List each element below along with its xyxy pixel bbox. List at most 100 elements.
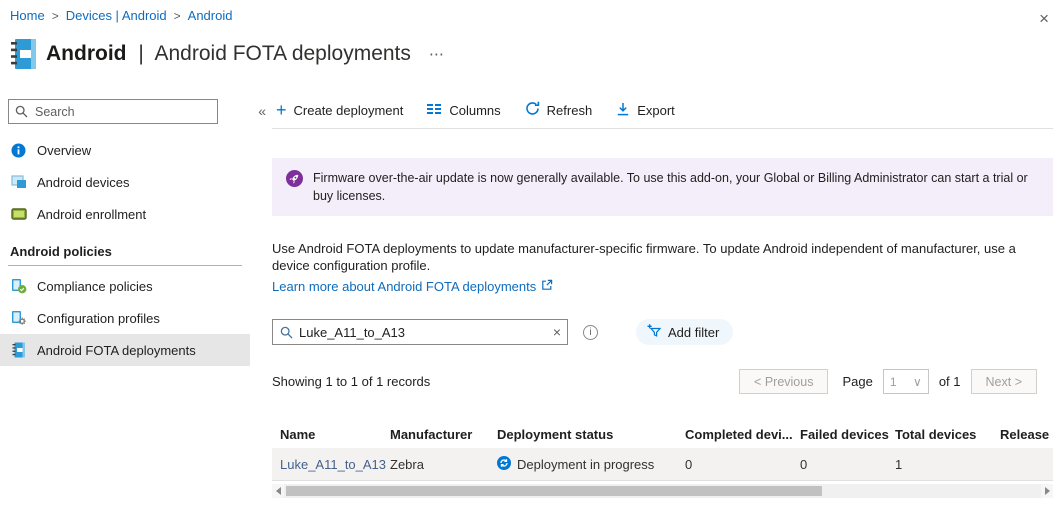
- page-title-separator: |: [138, 42, 144, 65]
- export-label: Export: [637, 102, 675, 118]
- scrollbar-track[interactable]: [284, 484, 1041, 498]
- sidebar-item-label: Android FOTA deployments: [37, 342, 196, 358]
- pagination-bar: Showing 1 to 1 of 1 records < Previous P…: [272, 369, 1037, 394]
- sidebar-item-overview[interactable]: Overview: [0, 134, 250, 166]
- column-header-completed-devices[interactable]: Completed devi...: [685, 427, 800, 442]
- main-content: + Create deployment Columns Refresh Expo…: [272, 90, 1053, 506]
- sidebar-nav: Overview Android devices Android enrollm…: [0, 134, 250, 366]
- column-header-failed-devices[interactable]: Failed devices: [800, 427, 895, 442]
- breadcrumb-devices-android[interactable]: Devices | Android: [66, 8, 167, 23]
- plus-icon: +: [276, 100, 287, 120]
- column-header-deployment-status[interactable]: Deployment status: [497, 427, 685, 442]
- sidebar-search-input[interactable]: [8, 99, 218, 124]
- page-header: Android | Android FOTA deployments ⋯: [8, 34, 1047, 74]
- page-number-value: 1: [889, 374, 897, 389]
- manufacturer-cell: Zebra: [390, 456, 424, 472]
- table-row[interactable]: Luke_A11_to_A13 Zebra Deployment in prog…: [272, 448, 1053, 481]
- learn-more-link[interactable]: Learn more about Android FOTA deployment…: [272, 279, 553, 294]
- sidebar-item-android-enrollment[interactable]: Android enrollment: [0, 198, 250, 230]
- intro-text: Use Android FOTA deployments to update m…: [272, 241, 1016, 273]
- rocket-icon: [286, 170, 303, 206]
- breadcrumb-separator-icon: >: [51, 8, 59, 23]
- info-icon[interactable]: i: [583, 324, 598, 340]
- sidebar-item-label: Compliance policies: [37, 278, 153, 294]
- page-count-label: of 1: [938, 374, 961, 389]
- learn-more-label: Learn more about Android FOTA deployment…: [272, 279, 537, 294]
- sync-in-progress-icon: [497, 455, 511, 473]
- sidebar-item-android-devices[interactable]: Android devices: [0, 166, 250, 198]
- page-label: Page: [842, 374, 873, 389]
- scroll-right-icon[interactable]: [1041, 484, 1053, 498]
- export-icon: [616, 102, 630, 119]
- ga-announcement-banner: Firmware over-the-air update is now gene…: [272, 158, 1053, 216]
- chevron-down-icon: ∨: [913, 374, 922, 389]
- create-deployment-button[interactable]: + Create deployment: [276, 101, 403, 119]
- toolbar-divider: [272, 128, 1053, 129]
- clear-search-icon[interactable]: ×: [553, 324, 561, 340]
- breadcrumb-android[interactable]: Android: [188, 8, 233, 23]
- add-filter-label: Add filter: [668, 324, 720, 340]
- sidebar-item-android-fota-deployments[interactable]: Android FOTA deployments: [0, 334, 250, 366]
- column-header-total-devices[interactable]: Total devices: [895, 427, 1000, 442]
- create-deployment-label: Create deployment: [293, 102, 404, 118]
- refresh-label: Refresh: [546, 102, 593, 118]
- search-icon: [15, 105, 28, 123]
- refresh-button[interactable]: Refresh: [525, 101, 593, 119]
- sidebar-item-configuration-profiles[interactable]: Configuration profiles: [0, 302, 250, 334]
- filter-search-input[interactable]: [273, 320, 567, 344]
- deployments-table: Name Manufacturer Deployment status Comp…: [272, 420, 1053, 481]
- sidebar-section-android-policies: Android policies: [10, 244, 112, 259]
- add-filter-button[interactable]: Add filter: [636, 319, 734, 345]
- deployment-name-link[interactable]: Luke_A11_to_A13: [280, 457, 390, 472]
- deployment-status-cell: Deployment in progress: [497, 455, 685, 473]
- devices-icon: [10, 174, 27, 191]
- breadcrumb: Home > Devices | Android > Android: [10, 8, 232, 23]
- filter-row: × i Add filter: [272, 319, 734, 345]
- total-devices-cell: 1: [895, 456, 903, 472]
- breadcrumb-home[interactable]: Home: [10, 8, 45, 23]
- sidebar-item-label: Android devices: [37, 174, 130, 190]
- records-summary: Showing 1 to 1 of 1 records: [272, 374, 431, 389]
- filter-search-box: ×: [272, 319, 568, 345]
- notebook-icon: [10, 342, 27, 359]
- sidebar: « Overview Android devices Android enrol…: [0, 90, 266, 506]
- page-title-primary: Android: [46, 42, 127, 65]
- deployment-status-label: Deployment in progress: [517, 456, 655, 472]
- sidebar-divider: [8, 265, 242, 266]
- columns-button[interactable]: Columns: [427, 102, 501, 118]
- add-filter-icon: [646, 323, 662, 342]
- more-options-icon[interactable]: ⋯: [429, 45, 445, 63]
- compliance-check-icon: [10, 278, 27, 295]
- tablet-icon: [10, 206, 27, 223]
- sidebar-search-row: «: [8, 99, 266, 125]
- scrollbar-thumb[interactable]: [286, 486, 822, 496]
- page-title-secondary: Android FOTA deployments: [154, 42, 411, 65]
- refresh-icon: [525, 101, 540, 119]
- next-page-button[interactable]: Next >: [970, 369, 1037, 394]
- export-button[interactable]: Export: [616, 102, 675, 119]
- failed-devices-cell: 0: [800, 456, 808, 472]
- completed-devices-cell: 0: [685, 456, 693, 472]
- android-fota-deployments-page: Home > Devices | Android > Android Andro…: [0, 0, 1059, 506]
- sidebar-item-label: Overview: [37, 142, 92, 158]
- sidebar-item-label: Configuration profiles: [37, 310, 160, 326]
- profile-gear-icon: [10, 310, 27, 327]
- collapse-sidebar-icon[interactable]: «: [258, 103, 266, 119]
- breadcrumb-separator-icon: >: [173, 8, 181, 23]
- sidebar-item-compliance-policies[interactable]: Compliance policies: [0, 270, 250, 302]
- columns-label: Columns: [449, 102, 501, 118]
- columns-icon: [427, 103, 442, 118]
- notebook-icon: [11, 39, 36, 69]
- info-circle-icon: [10, 142, 27, 159]
- column-header-name[interactable]: Name: [280, 427, 390, 442]
- banner-text: Firmware over-the-air update is now gene…: [313, 171, 1028, 204]
- previous-page-button[interactable]: < Previous: [739, 369, 829, 394]
- column-header-manufacturer[interactable]: Manufacturer: [390, 427, 497, 442]
- page-number-select[interactable]: 1 ∨: [882, 369, 929, 394]
- horizontal-scrollbar[interactable]: [272, 484, 1053, 498]
- close-icon[interactable]: ×: [1039, 10, 1049, 27]
- scroll-left-icon[interactable]: [272, 484, 284, 498]
- toolbar: + Create deployment Columns Refresh Expo…: [276, 97, 675, 123]
- column-header-release[interactable]: Release: [1000, 427, 1053, 442]
- table-header-row: Name Manufacturer Deployment status Comp…: [272, 420, 1053, 448]
